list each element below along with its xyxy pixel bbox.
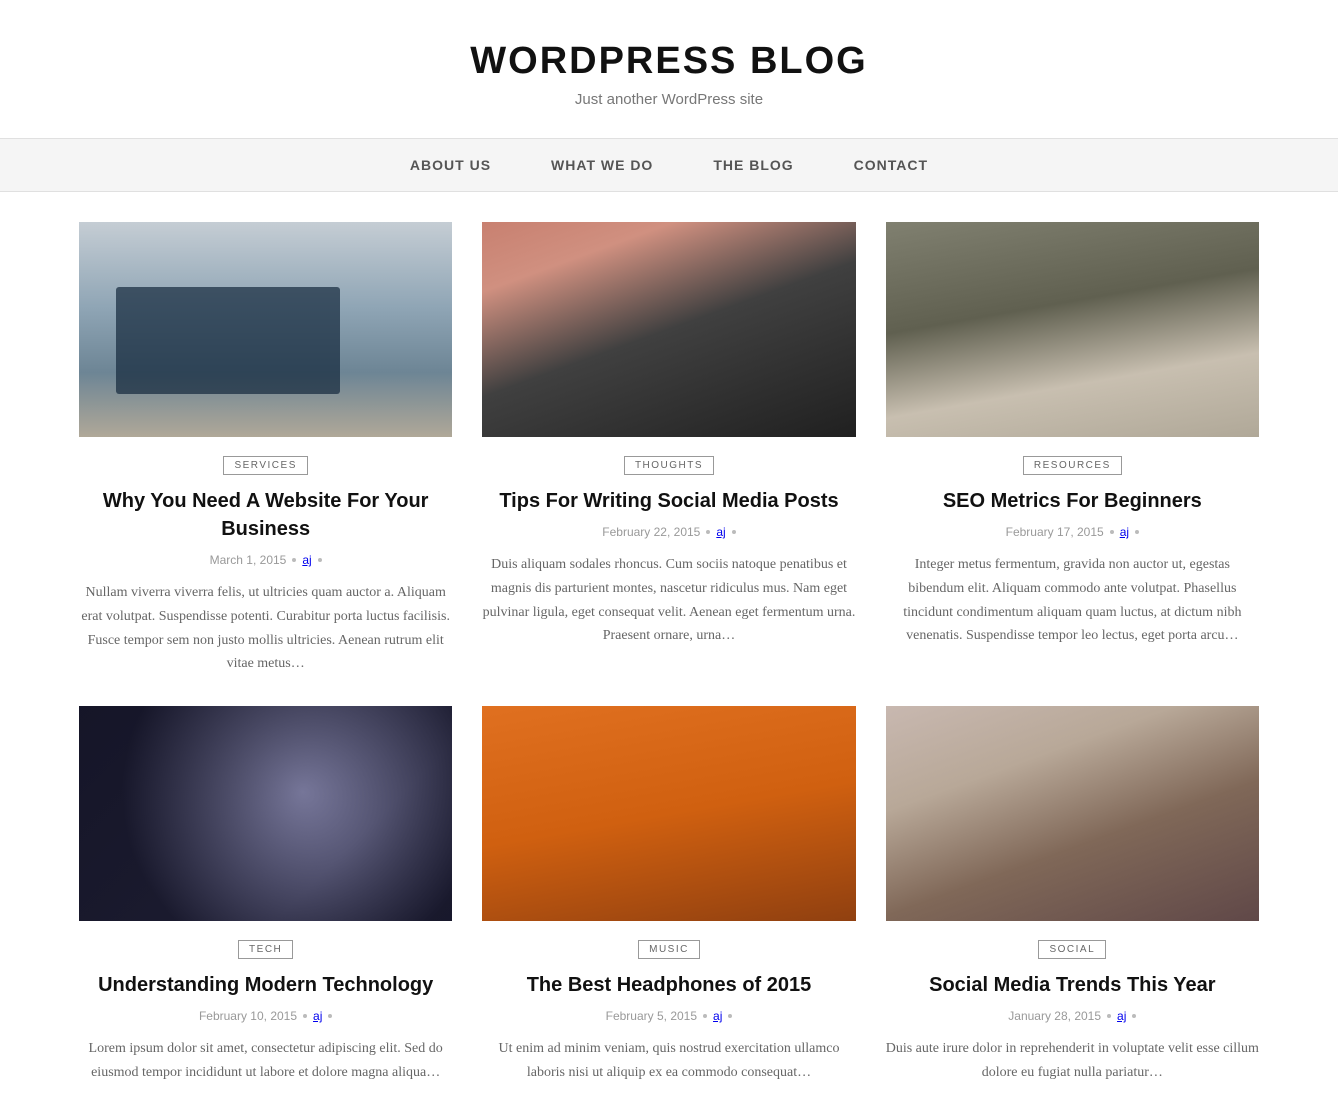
nav-list: ABOUT USWHAT WE DOTHE BLOGCONTACT xyxy=(0,139,1338,191)
post-meta: February 17, 2015 aj xyxy=(886,525,1259,539)
post-category-wrapper: THOUGHTS xyxy=(482,455,855,475)
post-date: March 1, 2015 xyxy=(210,553,287,567)
meta-dot xyxy=(1107,1014,1111,1018)
post-card: SERVICES Why You Need A Website For Your… xyxy=(79,222,452,676)
site-header: WORDPRESS BLOG Just another WordPress si… xyxy=(0,0,1338,138)
nav-item-3: CONTACT xyxy=(824,139,958,191)
post-author[interactable]: aj xyxy=(713,1009,722,1023)
meta-dot xyxy=(292,558,296,562)
post-thumbnail xyxy=(79,706,452,921)
meta-dot xyxy=(703,1014,707,1018)
post-title-link[interactable]: Social Media Trends This Year xyxy=(929,974,1215,996)
post-author[interactable]: aj xyxy=(1117,1009,1126,1023)
post-thumbnail xyxy=(886,222,1259,437)
nav-link-the-blog[interactable]: THE BLOG xyxy=(683,139,823,191)
post-title: The Best Headphones of 2015 xyxy=(482,971,855,999)
post-author[interactable]: aj xyxy=(313,1009,322,1023)
post-thumbnail xyxy=(482,222,855,437)
post-title: Understanding Modern Technology xyxy=(79,971,452,999)
meta-dot-2 xyxy=(728,1014,732,1018)
post-author[interactable]: aj xyxy=(716,525,725,539)
post-date: February 10, 2015 xyxy=(199,1009,297,1023)
meta-dot-2 xyxy=(1135,530,1139,534)
post-category-wrapper: SOCIAL xyxy=(886,939,1259,959)
post-card: MUSIC The Best Headphones of 2015 Februa… xyxy=(482,706,855,1085)
site-tagline: Just another WordPress site xyxy=(20,91,1318,108)
post-date: January 28, 2015 xyxy=(1008,1009,1101,1023)
post-meta: February 22, 2015 aj xyxy=(482,525,855,539)
post-category-wrapper: TECH xyxy=(79,939,452,959)
post-meta: January 28, 2015 aj xyxy=(886,1009,1259,1023)
post-card: RESOURCES SEO Metrics For Beginners Febr… xyxy=(886,222,1259,676)
category-badge[interactable]: SOCIAL xyxy=(1038,940,1106,959)
nav-link-contact[interactable]: CONTACT xyxy=(824,139,958,191)
meta-dot-2 xyxy=(1132,1014,1136,1018)
post-title-link[interactable]: Tips For Writing Social Media Posts xyxy=(499,490,838,512)
meta-dot-2 xyxy=(318,558,322,562)
post-title: SEO Metrics For Beginners xyxy=(886,487,1259,515)
post-author[interactable]: aj xyxy=(302,553,311,567)
post-card: TECH Understanding Modern Technology Feb… xyxy=(79,706,452,1085)
nav-item-2: THE BLOG xyxy=(683,139,823,191)
post-thumbnail xyxy=(886,706,1259,921)
post-thumbnail xyxy=(79,222,452,437)
post-title-link[interactable]: The Best Headphones of 2015 xyxy=(527,974,812,996)
post-title-link[interactable]: Why You Need A Website For Your Business xyxy=(103,490,429,540)
post-excerpt: Duis aliquam sodales rhoncus. Cum sociis… xyxy=(482,553,855,648)
category-badge[interactable]: RESOURCES xyxy=(1023,456,1122,475)
post-date: February 22, 2015 xyxy=(602,525,700,539)
post-excerpt: Lorem ipsum dolor sit amet, consectetur … xyxy=(79,1037,452,1085)
post-title-link[interactable]: SEO Metrics For Beginners xyxy=(943,490,1202,512)
post-category-wrapper: SERVICES xyxy=(79,455,452,475)
category-badge[interactable]: MUSIC xyxy=(638,940,700,959)
post-category-wrapper: RESOURCES xyxy=(886,455,1259,475)
post-title-link[interactable]: Understanding Modern Technology xyxy=(98,974,433,996)
meta-dot xyxy=(1110,530,1114,534)
post-excerpt: Integer metus fermentum, gravida non auc… xyxy=(886,553,1259,648)
nav-link-about-us[interactable]: ABOUT US xyxy=(380,139,521,191)
post-excerpt: Duis aute irure dolor in reprehenderit i… xyxy=(886,1037,1259,1085)
meta-dot-2 xyxy=(732,530,736,534)
meta-dot xyxy=(706,530,710,534)
nav-link-what-we-do[interactable]: WHAT WE DO xyxy=(521,139,683,191)
post-title: Why You Need A Website For Your Business xyxy=(79,487,452,543)
meta-dot xyxy=(303,1014,307,1018)
post-title: Social Media Trends This Year xyxy=(886,971,1259,999)
post-category-wrapper: MUSIC xyxy=(482,939,855,959)
post-card: THOUGHTS Tips For Writing Social Media P… xyxy=(482,222,855,676)
post-meta: March 1, 2015 aj xyxy=(79,553,452,567)
post-excerpt: Nullam viverra viverra felis, ut ultrici… xyxy=(79,581,452,676)
post-author[interactable]: aj xyxy=(1120,525,1129,539)
category-badge[interactable]: SERVICES xyxy=(223,456,307,475)
category-badge[interactable]: THOUGHTS xyxy=(624,456,714,475)
site-title: WORDPRESS BLOG xyxy=(20,40,1318,83)
post-excerpt: Ut enim ad minim veniam, quis nostrud ex… xyxy=(482,1037,855,1085)
posts-grid: SERVICES Why You Need A Website For Your… xyxy=(79,222,1259,1085)
post-meta: February 10, 2015 aj xyxy=(79,1009,452,1023)
nav-item-0: ABOUT US xyxy=(380,139,521,191)
post-thumbnail xyxy=(482,706,855,921)
main-content: SERVICES Why You Need A Website For Your… xyxy=(59,192,1279,1115)
post-title: Tips For Writing Social Media Posts xyxy=(482,487,855,515)
post-card: SOCIAL Social Media Trends This Year Jan… xyxy=(886,706,1259,1085)
post-date: February 5, 2015 xyxy=(606,1009,697,1023)
nav-item-1: WHAT WE DO xyxy=(521,139,683,191)
category-badge[interactable]: TECH xyxy=(238,940,293,959)
site-nav: ABOUT USWHAT WE DOTHE BLOGCONTACT xyxy=(0,138,1338,192)
meta-dot-2 xyxy=(328,1014,332,1018)
post-meta: February 5, 2015 aj xyxy=(482,1009,855,1023)
post-date: February 17, 2015 xyxy=(1006,525,1104,539)
